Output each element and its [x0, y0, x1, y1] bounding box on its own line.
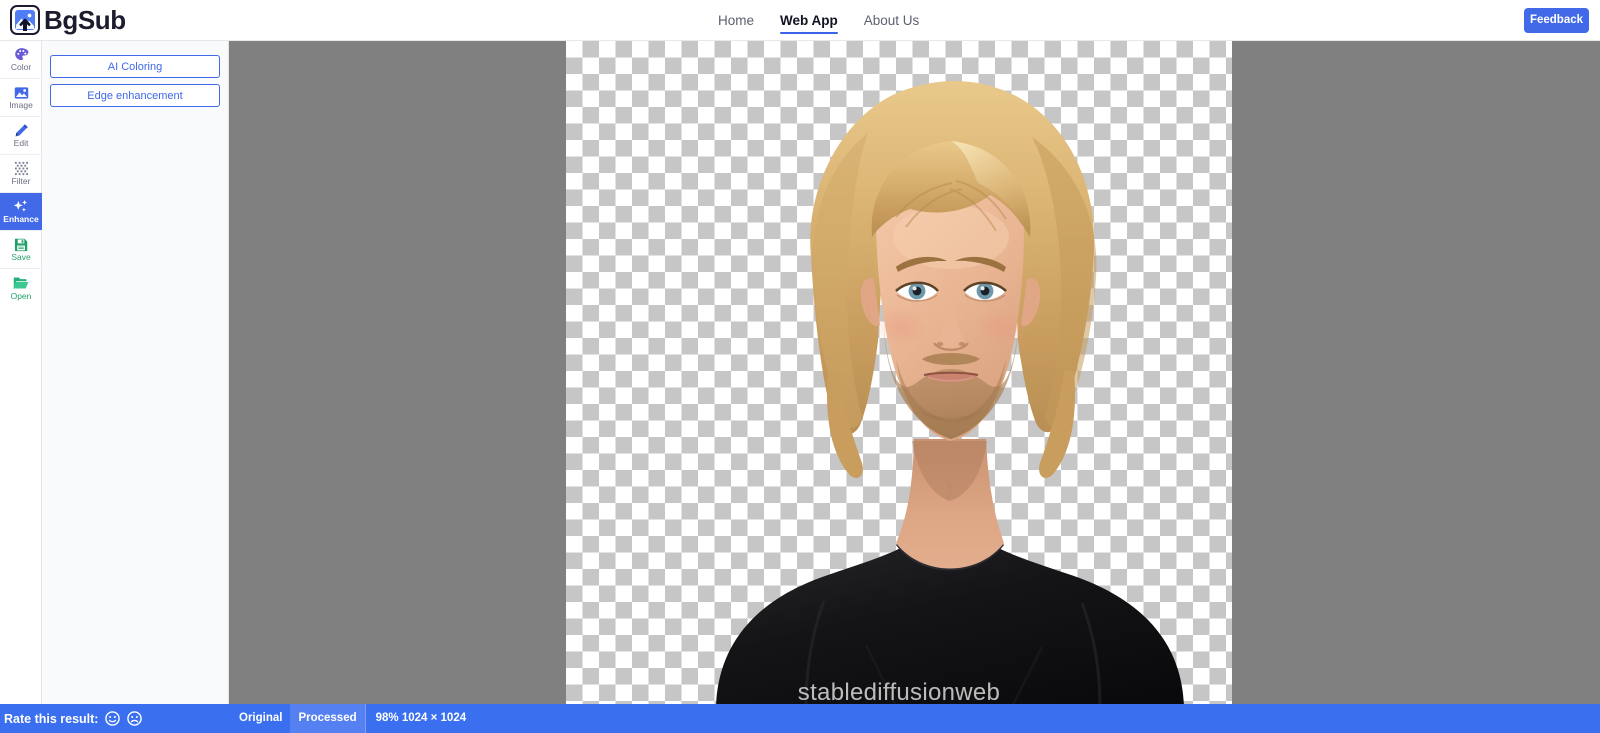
feedback-button[interactable]: Feedback	[1524, 8, 1589, 33]
rail-label-image: Image	[9, 100, 33, 111]
brand-name: BgSub	[44, 5, 126, 35]
halftone-grid-icon	[13, 161, 29, 176]
status-bar: Rate this result: Original Processed 98%…	[0, 704, 1600, 733]
folder-open-icon	[13, 276, 29, 291]
rail-label-edit: Edit	[13, 138, 29, 149]
picture-icon	[13, 85, 29, 100]
rail-item-save[interactable]: Save	[0, 231, 42, 269]
rail-item-edit[interactable]: Edit	[0, 117, 42, 155]
tab-processed[interactable]: Processed	[290, 704, 365, 733]
ai-coloring-button[interactable]: AI Coloring	[50, 55, 220, 78]
rate-result-label: Rate this result:	[4, 711, 99, 726]
rail-label-color: Color	[10, 62, 32, 73]
frowning-face-icon[interactable]	[127, 711, 143, 726]
rail-item-color[interactable]: Color	[0, 41, 42, 79]
image-upload-logo-icon	[10, 5, 40, 35]
floppy-disk-icon	[13, 237, 29, 252]
rail-item-filter[interactable]: Filter	[0, 155, 42, 193]
subject-portrait-image	[566, 41, 1232, 704]
rate-result-group: Rate this result:	[4, 711, 143, 726]
nav-link-home[interactable]: Home	[718, 0, 754, 41]
tab-original[interactable]: Original	[231, 704, 290, 733]
top-navigation-bar: BgSub Home Web App About Us Feedback	[0, 0, 1600, 41]
nav-link-web-app[interactable]: Web App	[780, 0, 838, 41]
zoom-and-dimensions-info: 98% 1024 × 1024	[364, 704, 476, 733]
image-canvas[interactable]: stablediffusionweb	[229, 41, 1600, 704]
artboard-transparent-checkerboard[interactable]: stablediffusionweb	[566, 41, 1232, 704]
nav-link-about-us[interactable]: About Us	[864, 0, 920, 41]
sparkles-icon	[13, 199, 29, 214]
palette-icon	[13, 47, 29, 62]
rail-label-save: Save	[11, 252, 31, 263]
tool-rail: Color Image Edit Filter Enhance Save Ope…	[0, 41, 42, 704]
rail-item-image[interactable]: Image	[0, 79, 42, 117]
smiley-face-icon[interactable]	[105, 711, 121, 726]
rail-item-enhance[interactable]: Enhance	[0, 193, 42, 231]
rail-label-enhance: Enhance	[3, 214, 39, 225]
brand-logo[interactable]: BgSub	[10, 5, 126, 35]
pencil-icon	[13, 123, 29, 138]
view-mode-tabs: Original Processed 98% 1024 × 1024	[231, 704, 476, 733]
edge-enhancement-button[interactable]: Edge enhancement	[50, 84, 220, 107]
enhance-options-panel: AI Coloring Edge enhancement	[42, 41, 229, 704]
rail-label-open: Open	[10, 290, 32, 301]
rail-item-open[interactable]: Open	[0, 269, 42, 307]
main-nav: Home Web App About Us	[718, 0, 919, 41]
rail-label-filter: Filter	[11, 176, 31, 187]
